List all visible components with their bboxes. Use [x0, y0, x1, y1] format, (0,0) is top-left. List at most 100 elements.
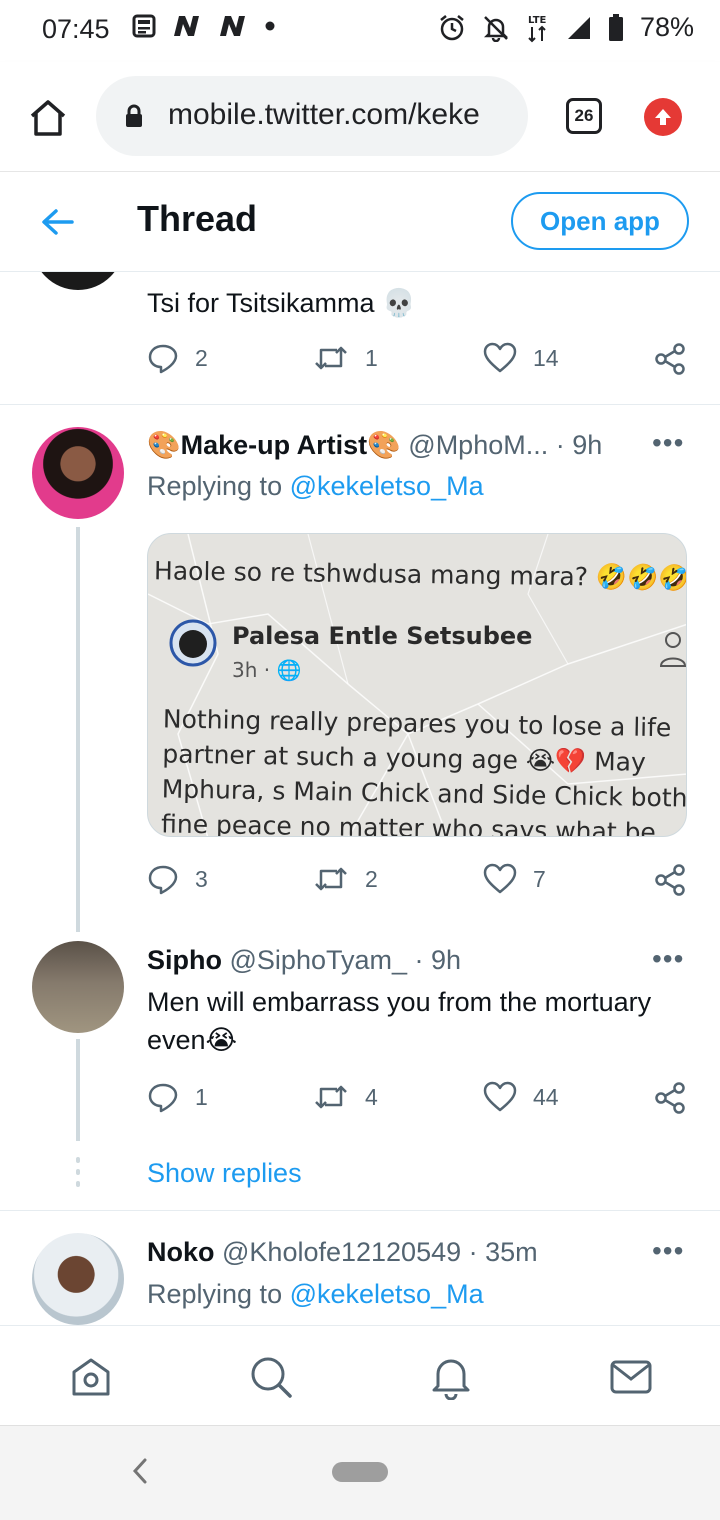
news-icon	[132, 14, 156, 38]
tweet-text: Tsi for Tsitsikamma 💀	[147, 288, 416, 318]
retweet-count: 2	[365, 865, 378, 892]
tweet-time[interactable]: · 9h	[415, 945, 462, 975]
like-button[interactable]: 14	[483, 342, 559, 374]
reply-count: 1	[195, 1083, 208, 1110]
tweet[interactable]: Sipho @SiphoTyam_ · 9h ••• Men will emba…	[0, 925, 720, 1210]
retweet-button[interactable]: 1	[313, 342, 378, 374]
heart-icon	[483, 342, 517, 373]
avatar[interactable]	[32, 272, 124, 290]
share-button[interactable]	[653, 342, 687, 376]
reply-icon	[148, 344, 178, 374]
share-button[interactable]	[653, 863, 687, 897]
profile-picture-icon	[169, 619, 217, 667]
reply-icon	[148, 865, 178, 895]
retweet-icon	[315, 867, 347, 891]
open-app-button[interactable]: Open app	[511, 192, 689, 250]
image-body-text: Nothing really prepares you to lose a li…	[160, 704, 687, 837]
reply-count: 3	[195, 865, 208, 892]
more-options-button[interactable]: •••	[652, 427, 684, 459]
tweet[interactable]: 🎨Make-up Artist🎨 @MphoM... · 9h ••• Repl…	[0, 405, 720, 932]
status-bar: 07:45 LTE 78%	[0, 0, 720, 62]
arrow-up-icon	[655, 109, 671, 125]
arrow-left-icon	[42, 209, 74, 235]
tweet-header: 🎨Make-up Artist🎨 @MphoM... · 9h	[147, 429, 602, 461]
status-notification-icons	[132, 14, 276, 38]
share-icon	[655, 343, 685, 375]
user-handle[interactable]: @MphoM...	[408, 430, 548, 460]
display-name[interactable]: Sipho	[147, 945, 222, 975]
avatar[interactable]	[32, 941, 124, 1033]
tweet-header: Noko @Kholofe12120549 · 35m	[147, 1237, 538, 1268]
display-name[interactable]: Noko	[147, 1237, 215, 1267]
user-handle[interactable]: @Kholofe12120549	[222, 1237, 461, 1267]
system-home-pill[interactable]	[332, 1462, 388, 1482]
nav-notifications[interactable]	[428, 1354, 474, 1405]
tweet[interactable]: Noko @Kholofe12120549 · 35m ••• Replying…	[0, 1211, 720, 1325]
nav-search[interactable]	[248, 1354, 294, 1405]
search-icon	[251, 1357, 292, 1398]
like-count: 14	[533, 344, 559, 371]
reply-icon	[148, 1083, 178, 1113]
user-handle[interactable]: @SiphoTyam_	[230, 945, 408, 975]
retweet-button[interactable]: 2	[313, 863, 378, 895]
browser-toolbar: mobile.twitter.com/keke 26	[0, 62, 720, 172]
like-button[interactable]: 44	[483, 1081, 559, 1113]
signal-icon	[567, 16, 590, 39]
tweet-header: Sipho @SiphoTyam_ · 9h	[147, 945, 461, 976]
page-title: Thread	[137, 198, 258, 239]
tweet-time[interactable]: · 35m	[469, 1237, 538, 1267]
person-icon	[659, 632, 686, 667]
n-app-icon	[220, 16, 245, 36]
thread-header: Thread Open app	[0, 172, 720, 272]
status-system-icons: LTE 78%	[438, 12, 694, 43]
update-button[interactable]	[644, 98, 682, 136]
nav-home[interactable]	[68, 1354, 114, 1405]
address-bar[interactable]: mobile.twitter.com/keke	[96, 76, 528, 156]
battery-icon	[608, 13, 623, 41]
more-options-button[interactable]: •••	[652, 1235, 684, 1267]
display-name[interactable]: 🎨Make-up Artist🎨	[147, 430, 401, 460]
battery-percent: 78%	[639, 12, 694, 42]
lock-icon	[126, 104, 142, 127]
thread-dots	[76, 1157, 80, 1193]
replying-handle[interactable]: @kekeletso_Ma	[290, 471, 484, 501]
image-poster-time: 3h · 🌐	[232, 658, 302, 682]
like-button[interactable]: 7	[483, 863, 546, 895]
retweet-icon	[315, 1085, 347, 1109]
lte-data-icon: LTE	[528, 15, 546, 42]
tweet[interactable]: Tsi for Tsitsikamma 💀 2 1 14	[0, 272, 720, 404]
share-button[interactable]	[653, 1081, 687, 1115]
avatar[interactable]	[32, 427, 124, 519]
show-replies-link[interactable]: Show replies	[147, 1158, 302, 1189]
nav-messages[interactable]	[608, 1354, 654, 1405]
reply-count: 2	[195, 344, 208, 371]
tab-switcher-button[interactable]: 26	[566, 98, 602, 134]
reply-button[interactable]: 1	[147, 1081, 208, 1113]
browser-home-button[interactable]	[26, 96, 70, 140]
status-time: 07:45	[42, 14, 110, 44]
chevron-left-icon	[132, 1458, 147, 1484]
messages-icon	[610, 1360, 652, 1394]
more-options-button[interactable]: •••	[652, 943, 684, 975]
retweet-count: 1	[365, 344, 378, 371]
thread-connector	[76, 1039, 80, 1141]
avatar[interactable]	[32, 1233, 124, 1325]
tweet-text: Men will embarrass you from the mortuary…	[147, 987, 652, 1055]
back-button[interactable]	[38, 202, 78, 247]
tweet-image[interactable]: Haole so re tshwdusa mang mara? 🤣🤣🤣 Pale…	[147, 533, 687, 837]
thread-feed[interactable]: Tsi for Tsitsikamma 💀 2 1 14 🎨Make-up Ar…	[0, 272, 720, 1325]
reply-button[interactable]: 3	[147, 863, 208, 895]
home-icon	[72, 1358, 110, 1396]
replying-handle[interactable]: @kekeletso_Ma	[290, 1279, 484, 1309]
reply-button[interactable]: 2	[147, 342, 208, 374]
url-text[interactable]: mobile.twitter.com/keke	[168, 98, 480, 132]
retweet-button[interactable]: 4	[313, 1081, 378, 1113]
tweet-actions: 3 2 7	[147, 863, 692, 903]
tweet-time[interactable]: · 9h	[556, 430, 603, 460]
n-app-icon	[174, 16, 199, 36]
notifications-icon	[432, 1359, 470, 1401]
system-back-button[interactable]	[128, 1456, 152, 1491]
alarm-icon	[440, 14, 464, 40]
like-count: 7	[533, 865, 546, 892]
dot-icon	[265, 21, 275, 31]
